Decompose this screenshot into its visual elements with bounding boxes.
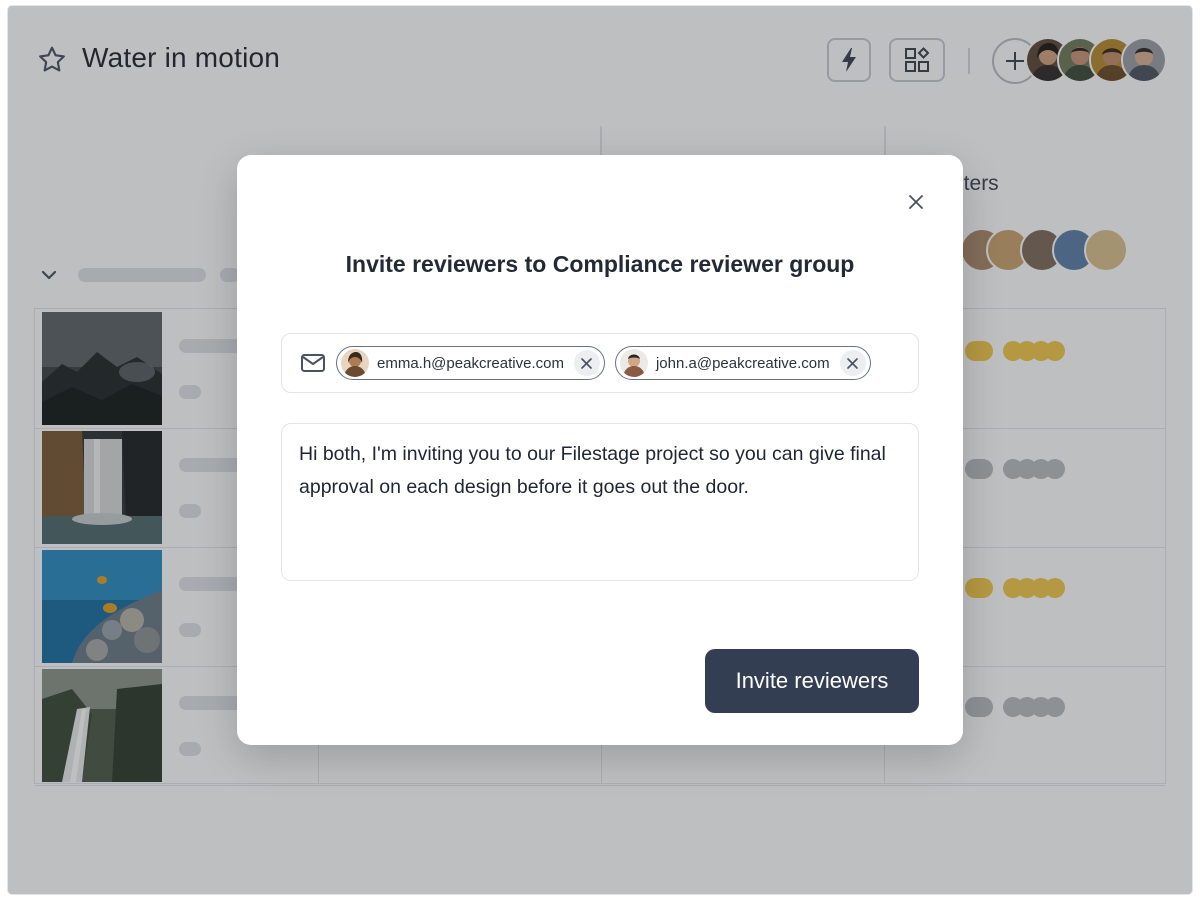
- close-icon: [909, 195, 923, 209]
- close-button[interactable]: [905, 191, 927, 213]
- remove-recipient-button[interactable]: [839, 350, 866, 376]
- remove-recipient-button[interactable]: [573, 350, 600, 376]
- recipient-email: emma.h@peakcreative.com: [377, 354, 564, 372]
- invite-reviewers-dialog: Invite reviewers to Compliance reviewer …: [237, 155, 963, 745]
- recipient-chip[interactable]: emma.h@peakcreative.com: [336, 346, 605, 380]
- close-icon: [847, 357, 858, 369]
- avatar: [341, 349, 369, 377]
- recipient-email: john.a@peakcreative.com: [655, 354, 830, 372]
- recipients-input[interactable]: emma.h@peakcreative.com john.a@peakcreat…: [281, 333, 919, 393]
- mail-icon: [301, 354, 325, 372]
- dialog-title: Invite reviewers to Compliance reviewer …: [345, 251, 855, 277]
- avatar: [619, 349, 648, 377]
- invite-message-textarea[interactable]: Hi both, I'm inviting you to our Filesta…: [281, 423, 919, 581]
- invite-reviewers-button[interactable]: Invite reviewers: [705, 649, 919, 713]
- close-icon: [581, 357, 593, 369]
- recipient-chip[interactable]: john.a@peakcreative.com: [614, 346, 871, 380]
